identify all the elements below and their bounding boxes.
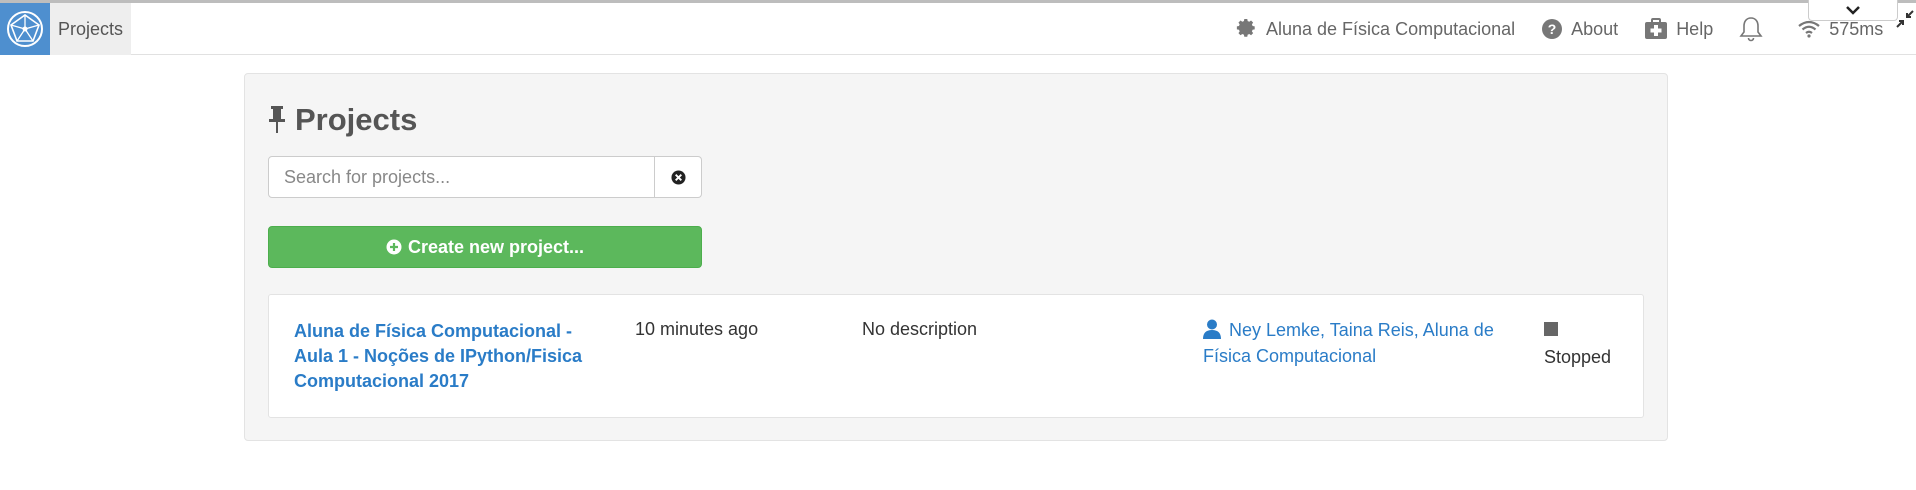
page-title: Projects (267, 102, 417, 138)
nav-right-group: Aluna de Física Computacional ? About He… (1236, 3, 1883, 55)
about-menu-item[interactable]: ? About (1541, 18, 1618, 40)
about-label: About (1571, 18, 1619, 39)
question-circle-icon: ? (1542, 19, 1563, 39)
project-title-link[interactable]: Aluna de Física Computacional - Aula 1 -… (294, 319, 594, 394)
gear-icon (1236, 18, 1255, 37)
chevron-down-icon (1846, 6, 1860, 15)
projects-tab-label: Projects (58, 18, 124, 39)
top-navbar: Projects Aluna de Física Computacional ?… (0, 0, 1916, 55)
help-label: Help (1676, 18, 1714, 39)
svg-text:?: ? (1548, 21, 1557, 37)
compress-icon (1896, 10, 1914, 28)
project-last-edited: 10 minutes ago (635, 319, 759, 339)
account-label: Aluna de Física Computacional (1266, 18, 1516, 39)
page-title-text: Projects (295, 102, 418, 137)
projects-panel: Projects Create new project... Aluna de … (244, 73, 1668, 441)
project-users[interactable]: Ney Lemke, Taina Reis, Aluna de Física C… (1203, 317, 1513, 369)
fullscreen-toggle[interactable] (1895, 9, 1915, 29)
projects-nav-tab[interactable]: Projects (0, 3, 131, 55)
project-search (268, 156, 702, 198)
collapse-topbar-button[interactable] (1808, 0, 1898, 21)
create-project-label: Create new project... (407, 236, 585, 257)
logo-icon (0, 3, 50, 55)
thumbtack-icon (269, 106, 285, 133)
stop-icon (1544, 322, 1558, 336)
account-menu-item[interactable]: Aluna de Física Computacional (1236, 18, 1515, 40)
project-description: No description (862, 319, 978, 339)
project-row[interactable]: Aluna de Física Computacional - Aula 1 -… (268, 294, 1644, 418)
bell-icon (1739, 17, 1763, 42)
project-state-label: Stopped (1544, 347, 1612, 367)
help-menu-item[interactable]: Help (1644, 18, 1713, 40)
medkit-icon (1645, 18, 1668, 39)
project-state: Stopped (1544, 322, 1611, 368)
clear-search-button[interactable] (655, 156, 702, 198)
create-project-button[interactable]: Create new project... (268, 226, 702, 268)
search-input[interactable] (268, 156, 655, 198)
project-users-text: Ney Lemke, Taina Reis, Aluna de Física C… (1203, 320, 1494, 366)
notifications-button[interactable] (1739, 16, 1771, 42)
plus-circle-icon (386, 239, 402, 255)
wifi-icon (1798, 20, 1820, 38)
connection-status[interactable]: 575ms (1797, 19, 1883, 40)
ping-label: 575ms (1829, 18, 1884, 39)
user-icon (1203, 319, 1221, 339)
times-circle-icon (670, 169, 686, 185)
